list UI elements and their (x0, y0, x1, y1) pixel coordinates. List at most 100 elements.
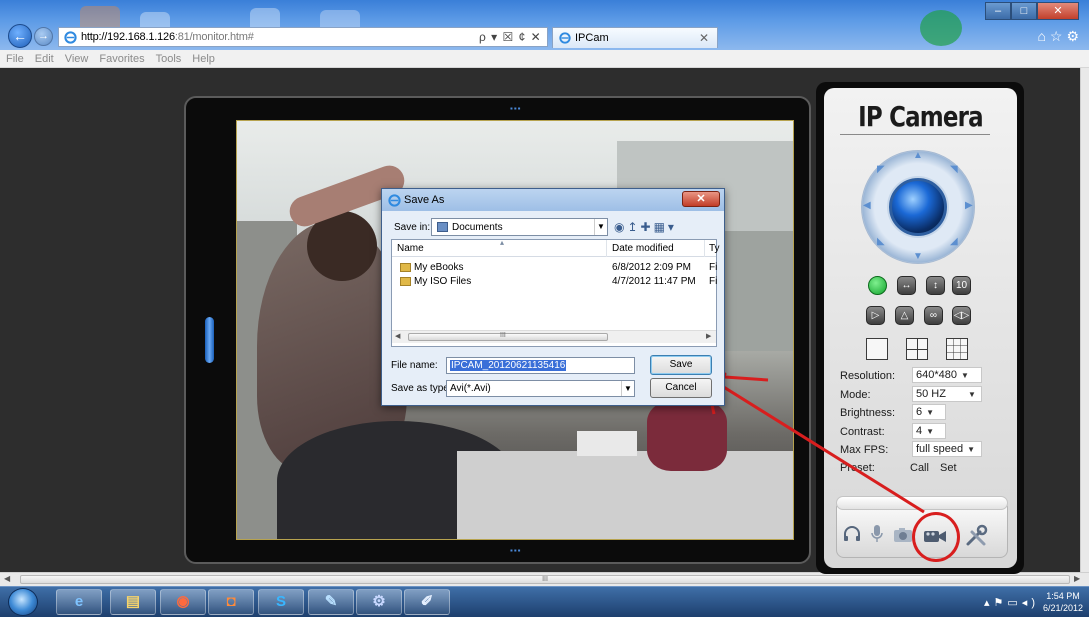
forward-button[interactable]: → (34, 27, 53, 46)
address-host: http://192.168.1.126 (81, 31, 175, 43)
file-name-value: IPCAM_20120621135416 (450, 360, 567, 371)
pan-up-right-icon[interactable]: ◥ (950, 164, 958, 175)
file-name: My ISO Files (414, 276, 472, 287)
file-date: 4/7/2012 11:47 PM (612, 276, 696, 287)
address-bar[interactable]: http://192.168.1.126:81/monitor.htm# ρ ▾… (58, 27, 548, 47)
preset-set-button[interactable]: Set (940, 462, 957, 474)
cancel-button[interactable]: Cancel (650, 378, 712, 398)
chevron-down-icon[interactable]: ▼ (621, 381, 634, 396)
menu-edit[interactable]: Edit (29, 50, 59, 65)
chevron-down-icon[interactable]: ▼ (594, 219, 607, 235)
taskbar-app-button[interactable]: ✎ (308, 589, 354, 615)
file-name-input[interactable]: IPCAM_20120621135416 (446, 357, 635, 374)
taskbar-clock[interactable]: 1:54 PM 6/21/2012 (1043, 590, 1083, 614)
column-name[interactable]: Name (397, 243, 424, 254)
back-button[interactable]: ← (8, 24, 32, 48)
scroll-left-icon[interactable]: ◀ (395, 332, 400, 340)
menu-help[interactable]: Help (186, 50, 220, 65)
taskbar-ie-button[interactable]: e (56, 589, 102, 615)
horizontal-scrollbar[interactable]: ◀ III ▶ (0, 572, 1089, 586)
taskbar-app-button[interactable]: ⚙ (356, 589, 402, 615)
column-divider[interactable] (704, 240, 705, 257)
mirror-button[interactable]: ◁▷ (952, 306, 971, 325)
taskbar-media-button[interactable]: ◘ (208, 589, 254, 615)
ptz-center-lens[interactable] (889, 178, 947, 236)
snapshot-icon[interactable] (893, 527, 913, 548)
save-as-type-select[interactable]: Avi(*.Avi) ▼ (446, 380, 635, 397)
list-item[interactable]: My eBooks 6/8/2012 2:09 PM Fi (392, 261, 718, 275)
menu-tools[interactable]: Tools (150, 50, 187, 65)
chevron-down-icon: ▼ (961, 371, 969, 380)
menu-file[interactable]: File (0, 50, 29, 65)
file-name: My eBooks (414, 262, 464, 273)
pan-left-icon[interactable]: ◀ (863, 200, 871, 211)
pan-down-icon[interactable]: ▼ (913, 251, 923, 262)
maximize-button[interactable]: □ (1011, 2, 1037, 20)
infrared-button[interactable]: ∞ (924, 306, 943, 325)
tab-title: IPCam (575, 32, 609, 44)
column-divider[interactable] (606, 240, 607, 257)
taskbar-chrome-button[interactable]: ◉ (160, 589, 206, 615)
play-button[interactable]: ▷ (866, 306, 885, 325)
panel-title: IP Camera (858, 100, 983, 133)
save-button[interactable]: Save (650, 355, 712, 375)
taskbar-skype-button[interactable]: S (258, 589, 304, 615)
pan-right-icon[interactable]: ▶ (965, 200, 973, 211)
close-window-button[interactable]: ✕ (1037, 2, 1079, 20)
save-in-select[interactable]: Documents ▼ (431, 218, 608, 236)
chevron-down-icon: ▼ (967, 390, 976, 399)
minimize-button[interactable]: – (985, 2, 1011, 20)
column-type[interactable]: Ty (709, 243, 720, 254)
scrollbar-thumb[interactable] (408, 333, 608, 341)
address-path: :81/monitor.htm# (174, 31, 254, 43)
scroll-right-icon[interactable]: ▶ (706, 332, 711, 340)
taskbar-explorer-button[interactable]: ▤ (110, 589, 156, 615)
taskbar-paint-button[interactable]: ✐ (404, 589, 450, 615)
single-view-layout-button[interactable] (866, 338, 888, 360)
system-tray-icons[interactable]: ▴⚑▭◂) (984, 596, 1039, 609)
start-button[interactable] (8, 588, 38, 616)
ie-icon (64, 31, 77, 44)
scrollbar-thumb-grip: III (500, 332, 506, 339)
pan-down-left-icon[interactable]: ◣ (877, 236, 885, 247)
nine-view-layout-button[interactable] (946, 338, 968, 360)
headphones-icon[interactable] (843, 526, 861, 547)
save-in-label: Save in: (394, 222, 431, 233)
vertical-scrollbar[interactable] (1080, 68, 1089, 572)
address-tools-icon[interactable]: ρ ▾ ☒ ¢ ✕ (479, 30, 542, 44)
file-list-scrollbar[interactable]: ◀ III ▶ (392, 330, 716, 343)
dialog-toolbar-icons[interactable]: ◉↥✚▦▾ (614, 220, 677, 234)
menu-favorites[interactable]: Favorites (93, 50, 149, 65)
pan-up-icon[interactable]: ▲ (913, 150, 923, 161)
file-name-label: File name: (391, 360, 438, 371)
sort-ascending-icon: ▴ (500, 238, 505, 247)
microphone-icon[interactable] (871, 524, 883, 549)
folder-icon (400, 277, 411, 286)
status-indicator-icon[interactable] (868, 276, 887, 295)
quad-view-layout-button[interactable] (906, 338, 928, 360)
horizontal-patrol-button[interactable]: ↔ (897, 276, 916, 295)
pan-down-right-icon[interactable]: ◢ (950, 236, 958, 247)
frame-side-handle[interactable] (205, 317, 214, 363)
dialog-titlebar[interactable]: Save As ✕ (382, 189, 724, 211)
home-favorites-tools-icons[interactable]: ⌂☆⚙ (1037, 28, 1083, 45)
column-date-modified[interactable]: Date modified (612, 243, 674, 254)
scroll-right-icon[interactable]: ▶ (1074, 574, 1080, 583)
list-item[interactable]: My ISO Files 4/7/2012 11:47 PM Fi (392, 275, 717, 289)
settings-tools-icon[interactable] (964, 524, 988, 553)
file-list-header: Name ▴ Date modified Ty (392, 238, 720, 257)
scrollbar-thumb[interactable]: III (20, 575, 1070, 584)
vertical-patrol-button[interactable]: ↕ (926, 276, 945, 295)
flip-button[interactable]: △ (895, 306, 914, 325)
file-list[interactable]: Name ▴ Date modified Ty My eBooks 6/8/20… (391, 238, 720, 347)
tab-ipcam[interactable]: IPCam ✕ (552, 27, 718, 48)
file-type: Fi (709, 262, 718, 273)
dialog-close-button[interactable]: ✕ (682, 191, 720, 207)
menu-view[interactable]: View (59, 50, 94, 65)
tab-close-icon[interactable]: ✕ (699, 31, 709, 45)
save-as-type-value: Avi(*.Avi) (450, 383, 491, 394)
scroll-left-icon[interactable]: ◀ (4, 574, 10, 583)
pan-up-left-icon[interactable]: ◤ (877, 164, 885, 175)
speed-10-button[interactable]: 10 (952, 276, 971, 295)
documents-folder-icon (437, 222, 448, 232)
